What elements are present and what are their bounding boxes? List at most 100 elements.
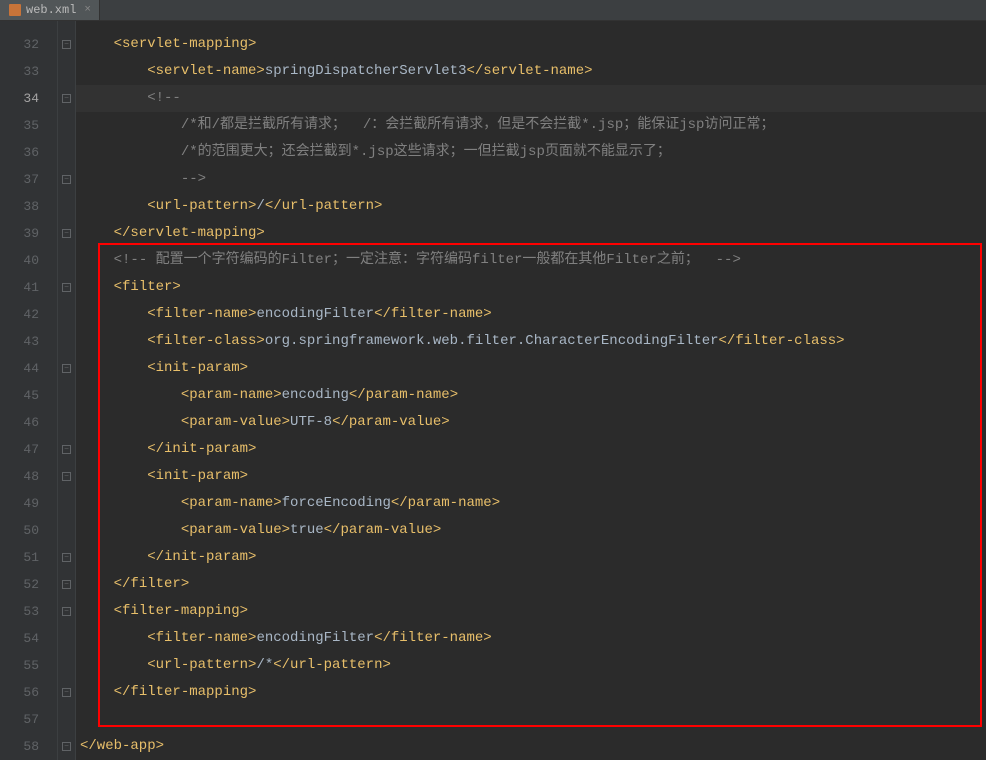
code-line[interactable]: <servlet-name>springDispatcherServlet3</… xyxy=(76,58,986,85)
line-number: 43 xyxy=(0,328,57,355)
code-line[interactable] xyxy=(76,706,986,733)
fold-marker-line[interactable]: − xyxy=(58,166,75,193)
fold-line xyxy=(58,382,75,409)
fold-marker-line[interactable]: − xyxy=(58,598,75,625)
fold-marker-line[interactable]: − xyxy=(58,733,75,760)
line-gutter: 32 33 34 35 36 37 38 39 40 41 42 43 44 4… xyxy=(0,21,58,760)
line-number: 46 xyxy=(0,409,57,436)
code-line[interactable]: <filter-name>encodingFilter</filter-name… xyxy=(76,625,986,652)
code-line[interactable]: </init-param> xyxy=(76,544,986,571)
code-line[interactable]: <url-pattern>/</url-pattern> xyxy=(76,193,986,220)
line-number: 48 xyxy=(0,463,57,490)
fold-line xyxy=(58,193,75,220)
fold-marker-line[interactable]: − xyxy=(58,85,75,112)
line-number: 42 xyxy=(0,301,57,328)
code-line[interactable]: </filter> xyxy=(76,571,986,598)
code-line[interactable]: --> xyxy=(76,166,986,193)
code-line[interactable]: <init-param> xyxy=(76,463,986,490)
code-line[interactable]: </init-param> xyxy=(76,436,986,463)
code-line[interactable]: <filter-name>encodingFilter</filter-name… xyxy=(76,301,986,328)
code-line[interactable]: <init-param> xyxy=(76,355,986,382)
fold-line xyxy=(58,625,75,652)
code-line[interactable]: <filter-mapping> xyxy=(76,598,986,625)
xml-file-icon xyxy=(8,3,22,17)
fold-collapse-icon[interactable]: − xyxy=(62,283,71,292)
line-number: 40 xyxy=(0,247,57,274)
fold-marker-line[interactable]: − xyxy=(58,220,75,247)
fold-collapse-icon[interactable]: − xyxy=(62,688,71,697)
fold-collapse-icon[interactable]: − xyxy=(62,364,71,373)
fold-collapse-icon[interactable]: − xyxy=(62,94,71,103)
fold-line xyxy=(58,409,75,436)
fold-marker-line[interactable]: − xyxy=(58,274,75,301)
code-line[interactable]: <param-value>UTF-8</param-value> xyxy=(76,409,986,436)
code-line[interactable]: <param-name>encoding</param-name> xyxy=(76,382,986,409)
fold-marker-line[interactable]: − xyxy=(58,436,75,463)
code-area[interactable]: <servlet-mapping> <servlet-name>springDi… xyxy=(76,21,986,760)
fold-collapse-icon[interactable]: − xyxy=(62,580,71,589)
line-number-current: 34 xyxy=(0,85,57,112)
fold-marker-line[interactable]: − xyxy=(58,355,75,382)
tab-close-icon[interactable]: × xyxy=(84,4,91,16)
code-line[interactable]: <url-pattern>/*</url-pattern> xyxy=(76,652,986,679)
line-number: 41 xyxy=(0,274,57,301)
line-number: 35 xyxy=(0,112,57,139)
line-number: 50 xyxy=(0,517,57,544)
editor-body: 32 33 34 35 36 37 38 39 40 41 42 43 44 4… xyxy=(0,21,986,760)
fold-collapse-icon[interactable]: − xyxy=(62,607,71,616)
code-line[interactable]: </filter-mapping> xyxy=(76,679,986,706)
fold-collapse-icon[interactable]: − xyxy=(62,742,71,751)
fold-marker-line[interactable]: − xyxy=(58,544,75,571)
fold-line xyxy=(58,247,75,274)
line-number: 58 xyxy=(0,733,57,760)
fold-collapse-icon[interactable]: − xyxy=(62,229,71,238)
line-number: 52 xyxy=(0,571,57,598)
fold-marker-line[interactable]: − xyxy=(58,571,75,598)
code-line[interactable]: <filter> xyxy=(76,274,986,301)
code-line[interactable]: </servlet-mapping> xyxy=(76,220,986,247)
fold-line xyxy=(58,706,75,733)
line-number: 44 xyxy=(0,355,57,382)
code-line[interactable]: <!-- 配置一个字符编码的Filter；一定注意：字符编码filter一般都在… xyxy=(76,247,986,274)
tab-webxml[interactable]: web.xml × xyxy=(0,0,100,20)
tab-filename: web.xml xyxy=(26,3,76,17)
fold-marker-line[interactable]: − xyxy=(58,463,75,490)
fold-line xyxy=(58,112,75,139)
fold-line xyxy=(58,301,75,328)
code-line[interactable]: /*和/都是拦截所有请求； /：会拦截所有请求，但是不会拦截*.jsp；能保证j… xyxy=(76,112,986,139)
line-number: 53 xyxy=(0,598,57,625)
line-number: 51 xyxy=(0,544,57,571)
line-number: 37 xyxy=(0,166,57,193)
fold-collapse-icon[interactable]: − xyxy=(62,445,71,454)
fold-marker-line[interactable]: − xyxy=(58,679,75,706)
fold-collapse-icon[interactable]: − xyxy=(62,472,71,481)
fold-collapse-icon[interactable]: − xyxy=(62,553,71,562)
fold-collapse-icon[interactable]: − xyxy=(62,40,71,49)
code-line[interactable]: <param-name>forceEncoding</param-name> xyxy=(76,490,986,517)
fold-collapse-icon[interactable]: − xyxy=(62,175,71,184)
code-line[interactable]: </web-app> xyxy=(76,733,986,760)
line-number: 33 xyxy=(0,58,57,85)
code-line-current[interactable]: <!-- xyxy=(76,85,986,112)
fold-line xyxy=(58,652,75,679)
line-number: 39 xyxy=(0,220,57,247)
line-number: 32 xyxy=(0,31,57,58)
line-number: 36 xyxy=(0,139,57,166)
fold-marker-line[interactable]: − xyxy=(58,31,75,58)
line-number: 45 xyxy=(0,382,57,409)
line-number: 38 xyxy=(0,193,57,220)
code-line[interactable]: <param-value>true</param-value> xyxy=(76,517,986,544)
line-number: 57 xyxy=(0,706,57,733)
code-line[interactable]: <filter-class>org.springframework.web.fi… xyxy=(76,328,986,355)
line-number: 54 xyxy=(0,625,57,652)
code-line[interactable]: <servlet-mapping> xyxy=(76,31,986,58)
fold-line xyxy=(58,517,75,544)
line-number: 47 xyxy=(0,436,57,463)
line-number: 56 xyxy=(0,679,57,706)
tabs-bar: web.xml × xyxy=(0,0,986,21)
editor-container: web.xml × 32 33 34 35 36 37 38 39 40 41 … xyxy=(0,0,986,760)
line-number: 49 xyxy=(0,490,57,517)
fold-gutter: − − − − − − − − − − − − − xyxy=(58,21,76,760)
fold-line xyxy=(58,490,75,517)
code-line[interactable]: /*的范围更大；还会拦截到*.jsp这些请求；一但拦截jsp页面就不能显示了； xyxy=(76,139,986,166)
